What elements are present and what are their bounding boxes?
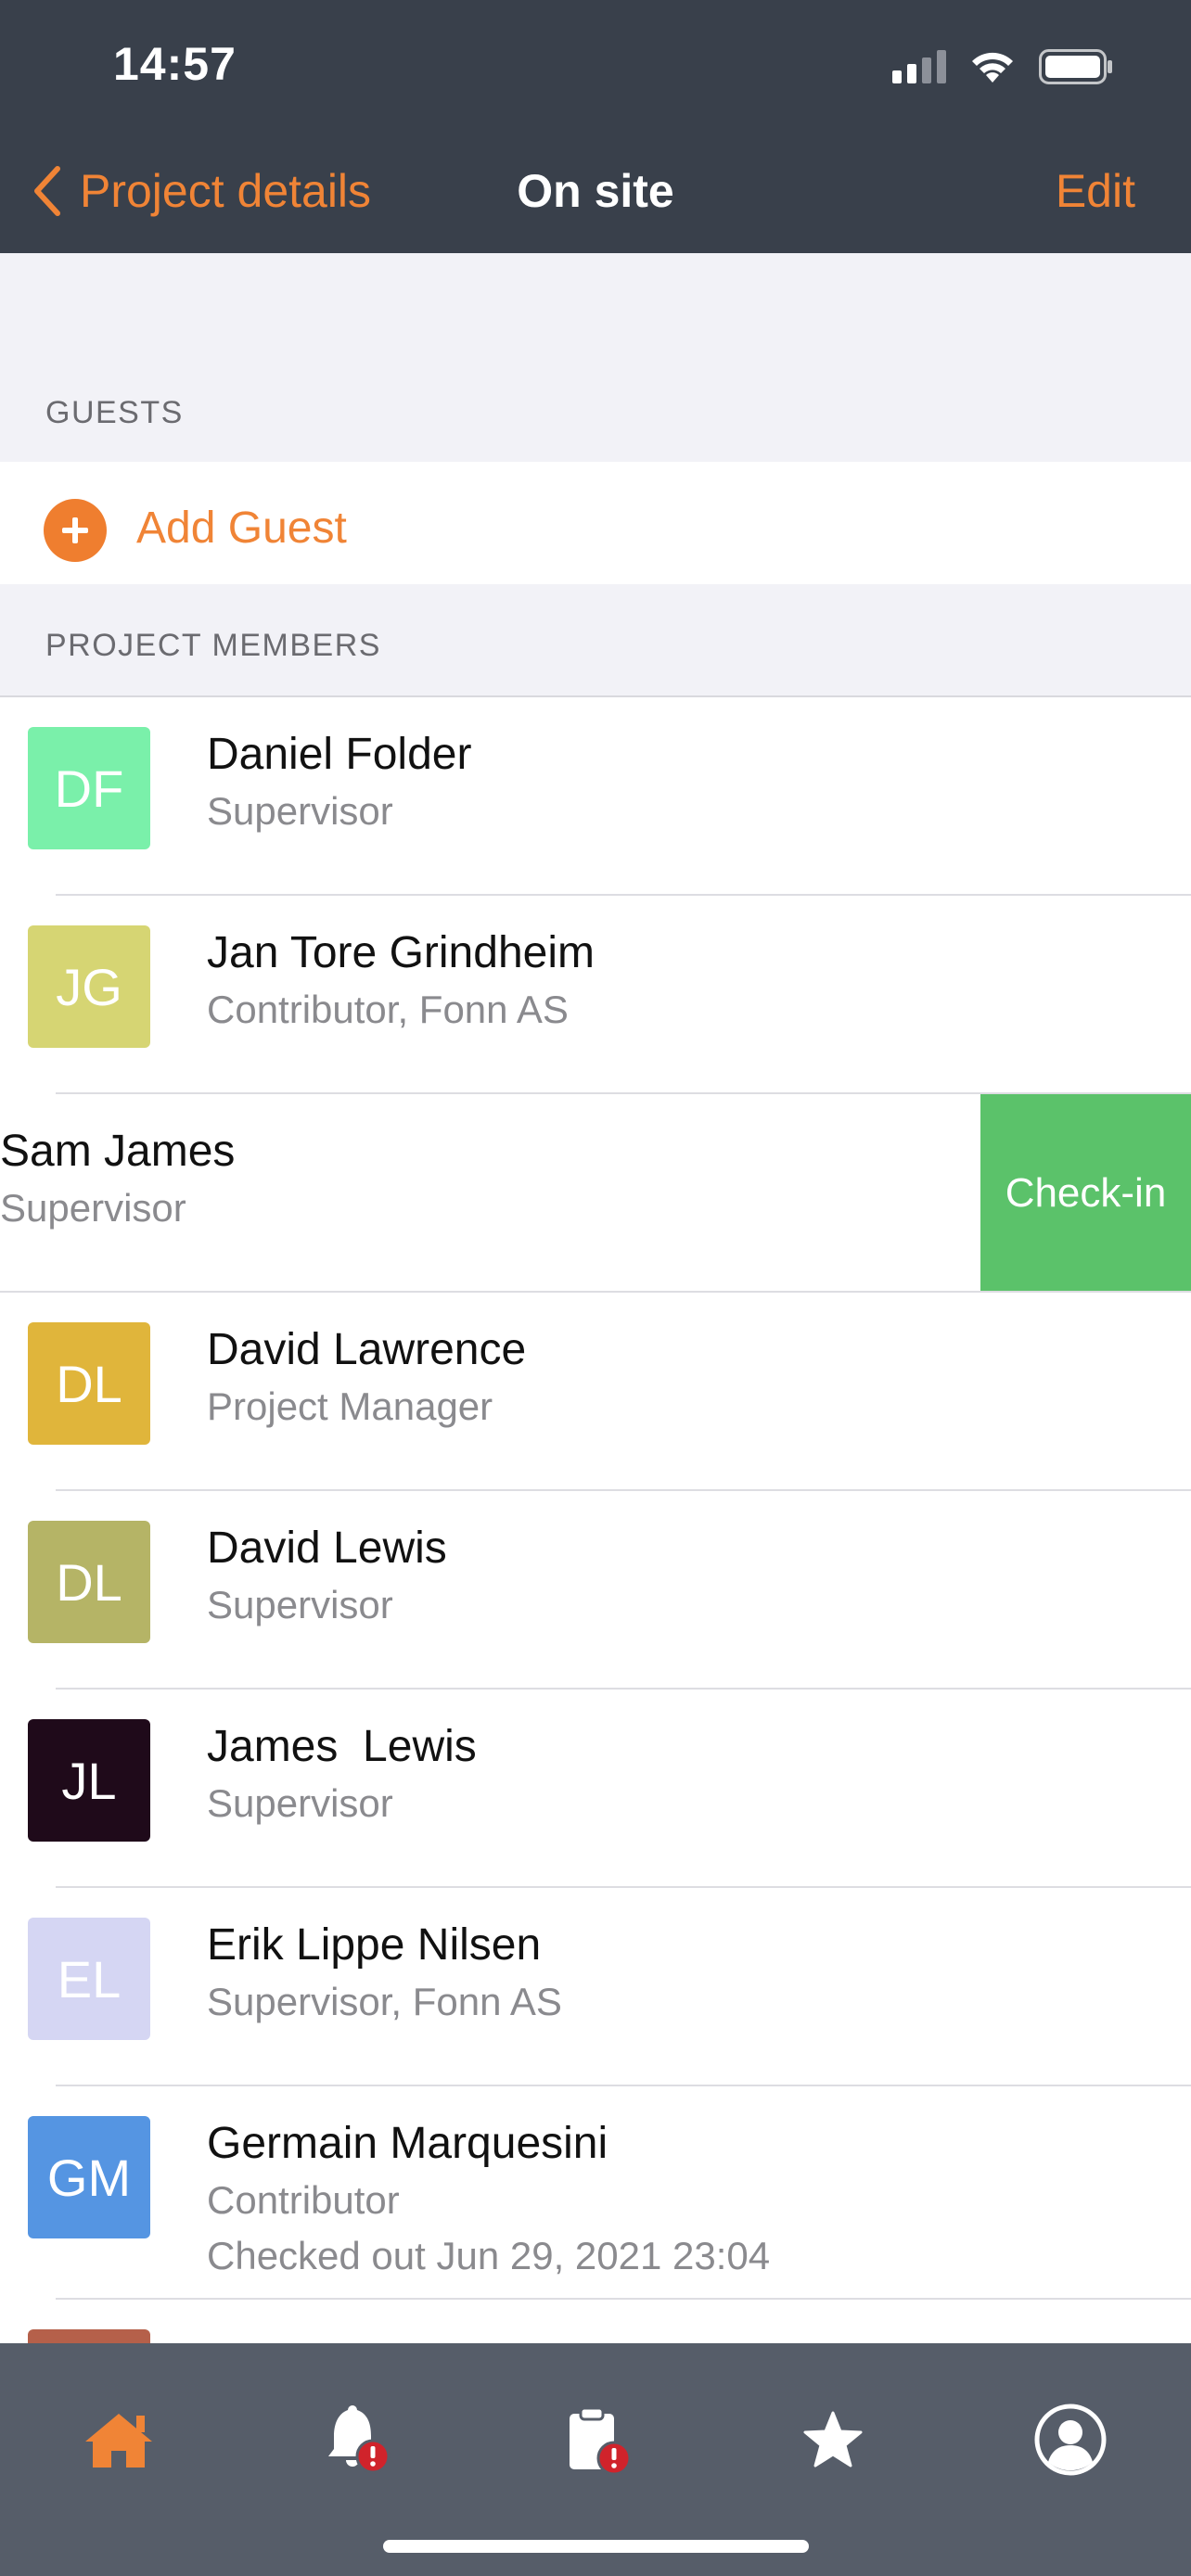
check-in-button[interactable]: Check-in xyxy=(980,1094,1191,1293)
profile-icon xyxy=(1034,2404,1107,2476)
tab-notifications[interactable] xyxy=(299,2384,410,2495)
member-role: Supervisor xyxy=(207,1781,393,1825)
member-row[interactable]: DL David Lawrence Project Manager xyxy=(0,1293,1191,1491)
checked-out-status: Checked out Jun 29, 2021 23:04 xyxy=(207,2234,771,2277)
cellular-signal-icon xyxy=(892,50,946,83)
member-name: James Lewis xyxy=(207,1722,477,1771)
member-row-swiped[interactable]: Sam James Supervisor Check-in xyxy=(0,1094,1191,1293)
member-row[interactable]: DL David Lewis Supervisor xyxy=(0,1491,1191,1690)
guests-section-header: GUESTS xyxy=(45,395,184,430)
home-icon xyxy=(85,2414,152,2468)
avatar: DF xyxy=(28,727,150,849)
member-role: Project Manager xyxy=(207,1384,493,1428)
tab-home[interactable] xyxy=(63,2384,174,2495)
member-row[interactable]: JL James Lewis Supervisor xyxy=(0,1690,1191,1888)
status-time: 14:57 xyxy=(113,38,237,90)
home-indicator xyxy=(383,2540,809,2553)
add-guest-button[interactable]: Add Guest xyxy=(136,501,347,556)
member-role: Supervisor, Fonn AS xyxy=(207,1980,562,2023)
page-title: On site xyxy=(517,165,674,217)
edit-button[interactable]: Edit xyxy=(1056,163,1135,219)
status-icons xyxy=(892,48,1113,85)
member-role: Supervisor xyxy=(207,1583,393,1626)
tab-profile[interactable] xyxy=(1015,2384,1126,2495)
member-name: Germain Marquesini xyxy=(207,2119,608,2168)
tab-favorites[interactable] xyxy=(777,2384,889,2495)
member-name: Erik Lippe Nilsen xyxy=(207,1920,542,1970)
clipboard-icon xyxy=(570,2406,632,2476)
wifi-icon xyxy=(972,52,1013,83)
avatar: JL xyxy=(28,1719,150,1842)
battery-icon xyxy=(1039,49,1112,84)
bell-icon xyxy=(328,2405,391,2474)
member-role: Contributor xyxy=(207,2178,400,2222)
avatar: EL xyxy=(28,1918,150,2040)
on-site-screen: 14:57 Project details On site Edit GUEST… xyxy=(0,0,1191,2576)
member-row[interactable]: EL Erik Lippe Nilsen Supervisor, Fonn AS xyxy=(0,1888,1191,2086)
member-role: Supervisor xyxy=(207,789,393,833)
member-row[interactable]: JG Jan Tore Grindheim Contributor, Fonn … xyxy=(0,896,1191,1094)
member-role: Contributor, Fonn AS xyxy=(207,988,569,1031)
avatar: DL xyxy=(28,1521,150,1643)
project-members-section-header: PROJECT MEMBERS xyxy=(45,628,381,663)
member-name: Daniel Folder xyxy=(207,730,472,779)
member-row[interactable]: DF Daniel Folder Supervisor xyxy=(0,697,1191,896)
plus-circle-icon[interactable] xyxy=(44,499,107,562)
member-role: Supervisor xyxy=(0,1186,186,1230)
member-name: Jan Tore Grindheim xyxy=(207,928,595,977)
member-list: DF Daniel Folder Supervisor JG Jan Tore … xyxy=(0,695,1191,2498)
member-row[interactable]: GM Germain Marquesini Contributor Checke… xyxy=(0,2086,1191,2300)
navigation-bar: 14:57 Project details On site Edit xyxy=(0,0,1191,253)
star-icon xyxy=(803,2411,863,2468)
avatar: DL xyxy=(28,1322,150,1445)
avatar: GM xyxy=(28,2116,150,2238)
tab-tasks[interactable] xyxy=(540,2384,651,2495)
member-name: David Lawrence xyxy=(207,1325,527,1374)
member-name: Sam James xyxy=(0,1127,236,1176)
avatar: JG xyxy=(28,925,150,1048)
member-name: David Lewis xyxy=(207,1524,447,1573)
